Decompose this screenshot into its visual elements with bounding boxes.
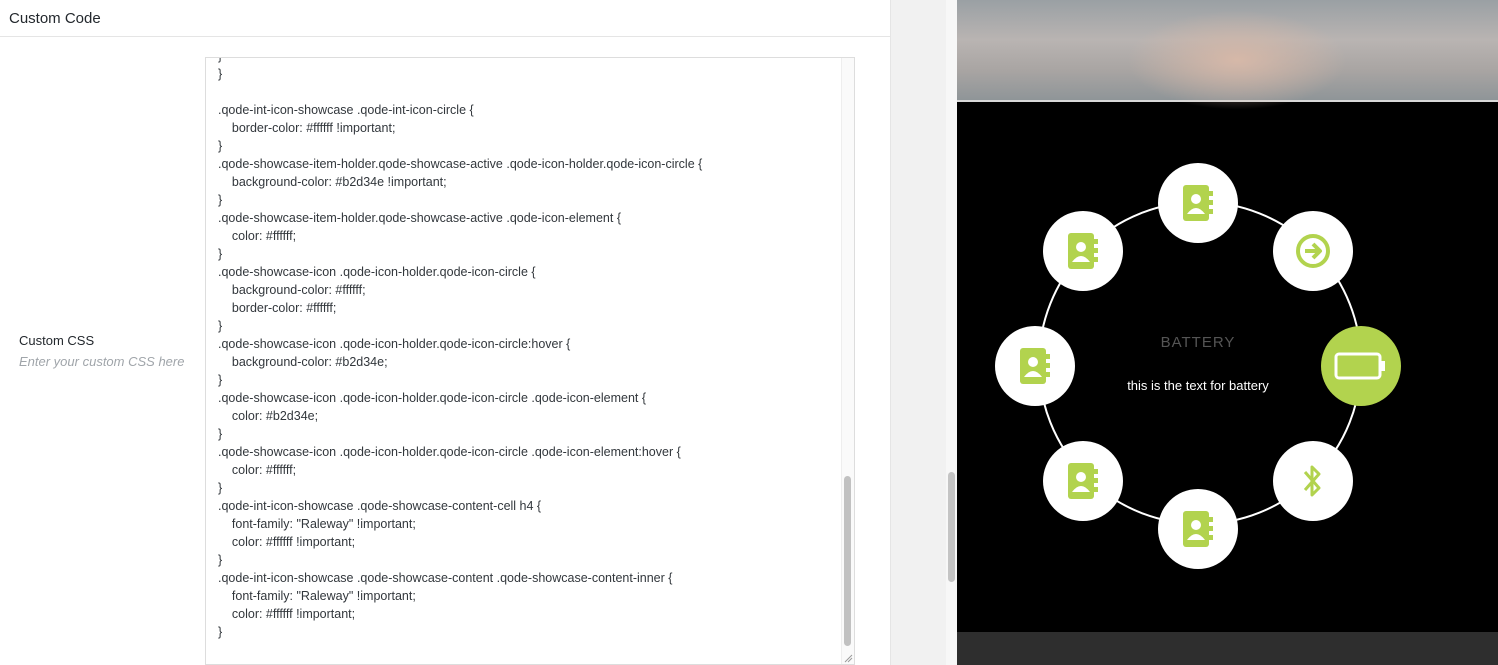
field-description: Enter your custom CSS here xyxy=(19,354,185,369)
showcase-title: BATTERY xyxy=(1160,334,1236,351)
panel-title: Custom Code xyxy=(9,9,101,27)
textarea-scrollbar[interactable] xyxy=(841,58,854,664)
field-title: Custom CSS xyxy=(19,333,95,348)
showcase-item[interactable] xyxy=(1273,210,1354,291)
contact-book-icon xyxy=(1181,510,1215,548)
showcase-item[interactable] xyxy=(1042,441,1123,522)
showcase-item-active[interactable] xyxy=(1321,326,1401,406)
resize-grip-icon[interactable] xyxy=(843,653,853,663)
bluetooth-icon xyxy=(1301,462,1325,500)
preview-footer xyxy=(957,632,1498,665)
showcase-item[interactable] xyxy=(1158,489,1238,569)
icon-showcase: BATTERY this is the text for battery xyxy=(957,102,1498,632)
arrow-circle-icon xyxy=(1295,233,1331,269)
custom-css-textarea[interactable]: } } .qode-int-icon-showcase .qode-int-ic… xyxy=(205,57,855,665)
contact-book-icon xyxy=(1066,462,1100,500)
contact-book-icon xyxy=(1066,232,1100,270)
css-code-content[interactable]: } } .qode-int-icon-showcase .qode-int-ic… xyxy=(206,58,702,641)
showcase-item[interactable] xyxy=(1273,441,1354,522)
live-preview: BATTERY this is the text for battery xyxy=(957,0,1498,665)
contact-book-icon xyxy=(1018,347,1052,385)
showcase-text: this is the text for battery xyxy=(1127,378,1269,393)
page-scrollbar-thumb[interactable] xyxy=(948,472,955,582)
showcase-item[interactable] xyxy=(995,326,1075,406)
custom-css-label-group: Custom CSS Enter your custom CSS here xyxy=(19,333,189,371)
panel-header: Custom Code xyxy=(0,0,890,37)
showcase-item[interactable] xyxy=(1158,163,1238,243)
contact-book-icon xyxy=(1181,184,1215,222)
preview-header-image xyxy=(957,0,1498,110)
battery-icon xyxy=(1334,351,1388,381)
showcase-item[interactable] xyxy=(1042,210,1123,291)
custom-code-panel: Custom Code Custom CSS Enter your custom… xyxy=(0,0,891,665)
textarea-scrollbar-thumb[interactable] xyxy=(844,476,851,646)
